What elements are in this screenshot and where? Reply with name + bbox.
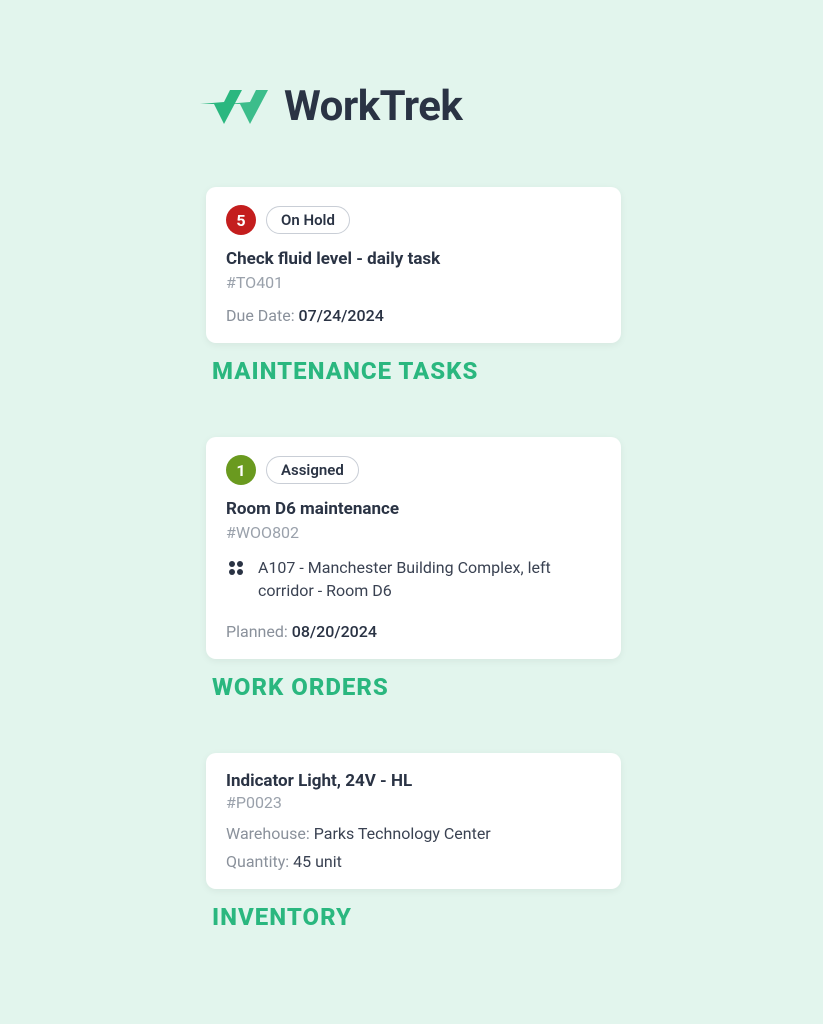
section-inventory-title: INVENTORY — [212, 903, 621, 931]
planned-value: 08/20/2024 — [292, 622, 377, 641]
planned-date-row: Planned: 08/20/2024 — [226, 622, 601, 641]
location-text: A107 - Manchester Building Complex, left… — [258, 556, 601, 602]
section-maintenance-title: MAINTENANCE TASKS — [212, 357, 621, 385]
warehouse-row: Warehouse: Parks Technology Center — [226, 820, 601, 847]
work-order-card[interactable]: 1 Assigned Room D6 maintenance #WOO802 A… — [206, 437, 621, 659]
quantity-label: Quantity: — [226, 852, 289, 871]
logo-mark-icon — [200, 84, 272, 130]
location-icon — [226, 558, 246, 578]
brand-name: WorkTrek — [284, 82, 462, 131]
inventory-reference: #P0023 — [226, 793, 601, 812]
work-order-title: Room D6 maintenance — [226, 499, 601, 519]
warehouse-label: Warehouse: — [226, 824, 310, 843]
due-date-row: Due Date: 07/24/2024 — [226, 306, 601, 325]
section-workorders-title: WORK ORDERS — [212, 673, 621, 701]
due-date-value: 07/24/2024 — [299, 306, 384, 325]
inventory-card[interactable]: Indicator Light, 24V - HL #P0023 Warehou… — [206, 753, 621, 888]
work-order-reference: #WOO802 — [226, 523, 601, 542]
maintenance-task-card[interactable]: 5 On Hold Check fluid level - daily task… — [206, 187, 621, 343]
due-date-label: Due Date: — [226, 306, 295, 325]
quantity-row: Quantity: 45 unit — [226, 848, 601, 875]
task-title: Check fluid level - daily task — [226, 249, 601, 269]
task-reference: #TO401 — [226, 273, 601, 292]
inventory-title: Indicator Light, 24V - HL — [226, 771, 601, 791]
planned-label: Planned: — [226, 622, 288, 641]
warehouse-value: Parks Technology Center — [314, 824, 491, 843]
status-pill: On Hold — [266, 206, 350, 234]
status-pill: Assigned — [266, 456, 359, 484]
priority-badge: 1 — [226, 455, 256, 485]
brand-logo: WorkTrek — [200, 82, 621, 131]
quantity-value: 45 unit — [293, 852, 342, 871]
priority-badge: 5 — [226, 205, 256, 235]
